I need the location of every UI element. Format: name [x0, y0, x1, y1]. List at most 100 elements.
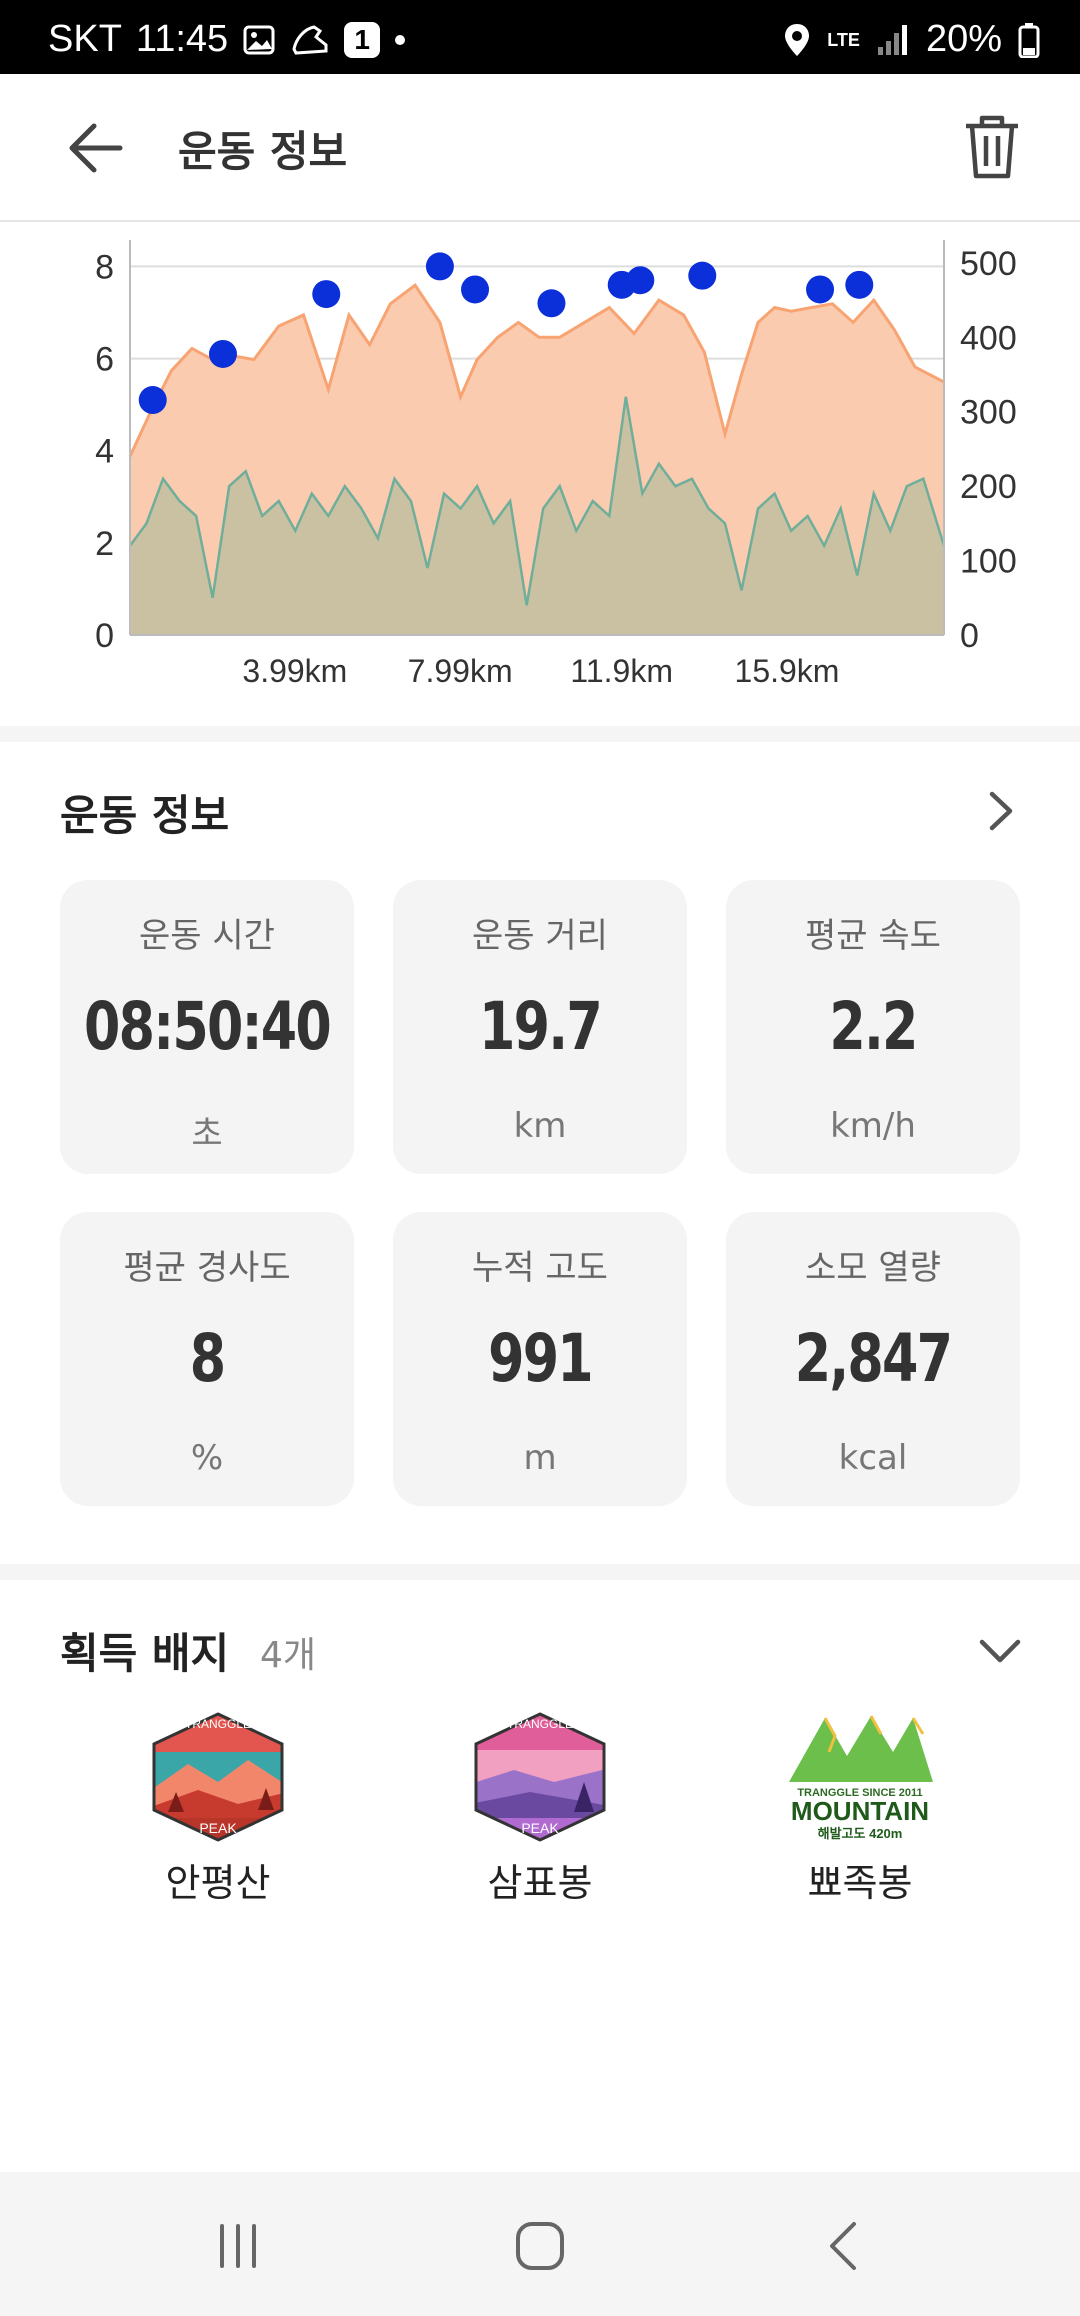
stat-card-avg-speed: 평균 속도 2.2 km/h — [726, 880, 1020, 1174]
arrow-left-icon — [69, 123, 123, 173]
stat-value: 19.7 — [479, 988, 603, 1065]
badge-label: 뾰족봉 — [807, 1861, 913, 1905]
waypoint-marker — [461, 275, 490, 304]
stat-unit: kcal — [838, 1438, 908, 1478]
x-tick-label: 11.9km — [570, 653, 673, 689]
stat-unit: 초 — [191, 1114, 223, 1154]
badge-brand: TRANGGLE — [185, 1717, 251, 1731]
badge-item[interactable]: TRANGGLE SINCE 2011 MOUNTAIN 해발고도 420m 뾰… — [740, 1712, 980, 1907]
dot-icon — [394, 34, 406, 46]
page-title: 운동 정보 — [178, 127, 348, 176]
x-tick-label: 15.9km — [735, 653, 840, 689]
y-right-tick-label: 400 — [960, 319, 1017, 357]
badge-label: 삼표봉 — [487, 1861, 593, 1905]
stat-label: 누적 고도 — [472, 1248, 608, 1288]
stat-value: 08:50:40 — [84, 988, 332, 1065]
waypoint-marker — [626, 266, 655, 295]
badge-tag: PEAK — [199, 1820, 237, 1836]
badges-section-title: 획득 배지 — [60, 1629, 230, 1678]
battery-icon — [1018, 22, 1040, 58]
shoe-icon — [290, 23, 330, 57]
y-left-tick-label: 8 — [95, 248, 114, 286]
section-divider — [0, 726, 1080, 742]
waypoint-marker — [138, 386, 167, 415]
badge-brand: TRANGGLE — [507, 1717, 573, 1731]
section-divider — [0, 1564, 1080, 1580]
stat-card-avg-slope: 평균 경사도 8 % — [60, 1212, 354, 1506]
chevron-down-icon — [979, 1639, 1021, 1663]
home-button[interactable] — [510, 2216, 570, 2276]
stat-card-total-ascent: 누적 고도 991 m — [393, 1212, 687, 1506]
chevron-right-icon — [989, 791, 1013, 831]
delete-button[interactable] — [962, 114, 1022, 180]
stat-label: 소모 열량 — [805, 1248, 941, 1288]
peak-badge-icon: TRANGGLE PEAK — [152, 1712, 284, 1842]
badge-altitude: 해발고도 420m — [818, 1826, 903, 1841]
stat-value: 2.2 — [829, 988, 918, 1065]
trash-icon — [966, 115, 1018, 179]
signal-icon — [876, 23, 910, 57]
badge-tag: PEAK — [521, 1820, 559, 1836]
y-right-tick-label: 100 — [960, 543, 1017, 581]
stat-label: 평균 경사도 — [123, 1248, 291, 1288]
badge-label: 안평산 — [165, 1861, 271, 1905]
stat-card-calories: 소모 열량 2,847 kcal — [726, 1212, 1020, 1506]
system-nav-bar — [0, 2172, 1080, 2316]
clock: 11:45 — [135, 18, 229, 60]
y-left-tick-label: 4 — [95, 433, 114, 471]
gallery-icon — [242, 23, 276, 57]
waypoint-marker — [312, 280, 341, 309]
x-tick-label: 3.99km — [242, 653, 347, 689]
stat-unit: % — [190, 1438, 224, 1478]
app-bar: 운동 정보 — [0, 74, 1080, 222]
stat-label: 평균 속도 — [805, 916, 941, 956]
back-button[interactable] — [66, 120, 126, 176]
waypoint-marker — [688, 261, 717, 290]
y-left-tick-label: 0 — [95, 617, 114, 655]
location-icon — [783, 22, 811, 58]
badge-item[interactable]: TRANGGLE PEAK 삼표봉 — [420, 1712, 660, 1907]
waypoint-marker — [208, 339, 237, 368]
stat-unit: m — [523, 1438, 557, 1478]
elevation-speed-chart: 0 2 4 6 8 0 100 200 300 400 500 3.99km 7.99km 11.9km 1… — [0, 222, 1080, 722]
stat-value: 2,847 — [794, 1320, 953, 1397]
waypoint-marker — [537, 289, 566, 318]
home-icon — [516, 2222, 564, 2270]
peak-badge-icon: TRANGGLE PEAK — [474, 1712, 606, 1842]
status-bar: SKT 11:45 1 LTE 20% — [0, 0, 1080, 74]
x-tick-label: 7.99km — [408, 653, 513, 689]
badge-item[interactable]: TRANGGLE PEAK 안평산 — [98, 1712, 338, 1907]
info-section-title: 운동 정보 — [60, 791, 230, 840]
stat-unit: km/h — [830, 1106, 916, 1146]
chart-canvas: 0 2 4 6 8 0 100 200 300 400 500 3.99km 7.99km 11.9km 1… — [95, 240, 1017, 689]
back-chevron-icon — [830, 2222, 856, 2270]
y-right-tick-label: 0 — [960, 617, 979, 655]
waypoint-marker — [425, 252, 454, 281]
badges-count: 4개 — [260, 1635, 317, 1676]
badge-title: MOUNTAIN — [791, 1796, 929, 1826]
waypoint-marker — [806, 275, 835, 304]
battery-percent: 20% — [925, 18, 1002, 60]
y-right-tick-label: 500 — [960, 245, 1017, 283]
mountain-badge-icon: TRANGGLE SINCE 2011 MOUNTAIN 해발고도 420m — [789, 1715, 933, 1841]
stat-label: 운동 거리 — [472, 916, 608, 956]
y-right-tick-label: 300 — [960, 394, 1017, 432]
stat-value: 991 — [488, 1320, 594, 1397]
notification-count-icon: 1 — [344, 21, 381, 58]
stat-label: 운동 시간 — [139, 916, 275, 956]
badges-expand-button[interactable] — [976, 1636, 1024, 1668]
waypoint-marker — [845, 270, 874, 299]
info-detail-button[interactable] — [980, 788, 1020, 834]
stat-card-distance: 운동 거리 19.7 km — [393, 880, 687, 1174]
carrier-label: SKT — [48, 18, 122, 60]
stat-unit: km — [513, 1106, 567, 1146]
stat-card-duration: 운동 시간 08:50:40 초 — [60, 880, 354, 1174]
y-left-tick-label: 2 — [95, 525, 114, 563]
y-left-tick-label: 6 — [95, 341, 114, 379]
recent-apps-button[interactable] — [208, 2216, 268, 2276]
stat-value: 8 — [189, 1320, 226, 1397]
recents-icon — [220, 2224, 256, 2268]
y-right-tick-label: 200 — [960, 468, 1017, 506]
network-type-label: LTE — [827, 29, 860, 50]
back-nav-button[interactable] — [816, 2216, 876, 2276]
